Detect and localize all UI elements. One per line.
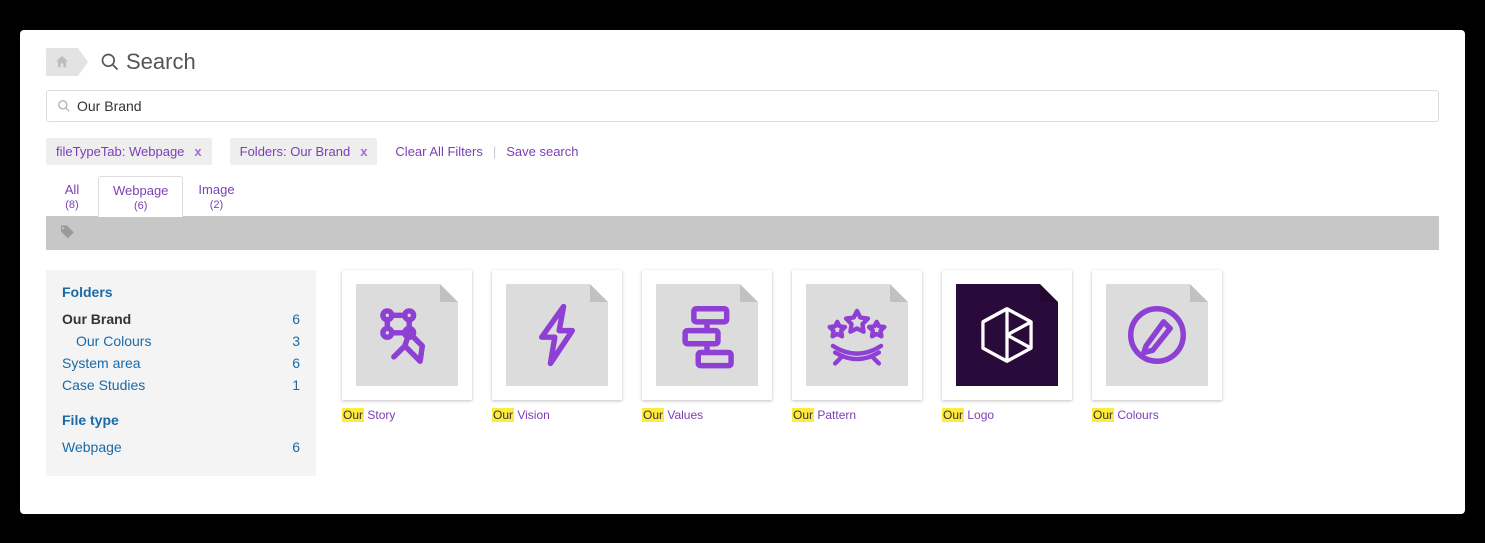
sidebar-item-case-studies[interactable]: Case Studies 1 <box>62 374 300 396</box>
home-icon <box>54 54 70 70</box>
save-search-link[interactable]: Save search <box>506 144 578 159</box>
result-thumbnail[interactable] <box>792 270 922 400</box>
tab-label: Image <box>198 182 234 197</box>
filter-chip-filetype[interactable]: fileTypeTab: Webpage x <box>46 138 212 165</box>
breadcrumb-home[interactable] <box>46 48 78 76</box>
search-field[interactable] <box>46 90 1439 122</box>
result-card[interactable]: Our Pattern <box>792 270 922 476</box>
highlight: Our <box>942 408 964 422</box>
sidebar-item-count: 6 <box>292 355 300 371</box>
tab-label: Webpage <box>113 183 168 198</box>
result-card[interactable]: Our Logo <box>942 270 1072 476</box>
tab-count: (2) <box>198 199 234 211</box>
result-caption: Our Values <box>642 408 772 422</box>
tag-icon <box>58 224 76 242</box>
results-grid: Our Story Our Vision <box>342 270 1439 476</box>
caption-rest: Story <box>364 408 395 422</box>
page-title-text: Search <box>126 49 196 75</box>
tag-bar <box>46 216 1439 250</box>
result-thumbnail[interactable] <box>942 270 1072 400</box>
close-icon[interactable]: x <box>194 144 201 159</box>
sidebar-heading-folders: Folders <box>62 284 300 300</box>
result-caption: Our Logo <box>942 408 1072 422</box>
result-caption: Our Pattern <box>792 408 922 422</box>
page-title: Search <box>100 49 196 75</box>
highlight: Our <box>642 408 664 422</box>
filter-chip-folder[interactable]: Folders: Our Brand x <box>230 138 378 165</box>
filters-row: fileTypeTab: Webpage x Folders: Our Bran… <box>46 138 1439 165</box>
sidebar-item-label: Case Studies <box>62 377 145 393</box>
sidebar-item-count: 1 <box>292 377 300 393</box>
sidebar-item-label: Our Brand <box>62 311 131 327</box>
page-fold-icon <box>740 284 758 302</box>
caption-rest: Colours <box>1114 408 1159 422</box>
sidebar-item-label: Our Colours <box>62 333 151 349</box>
result-card[interactable]: Our Colours <box>1092 270 1222 476</box>
search-input-icon <box>57 99 71 113</box>
highlight: Our <box>792 408 814 422</box>
sidebar: Folders Our Brand 6 Our Colours 3 System… <box>46 270 316 476</box>
filter-actions: Clear All Filters | Save search <box>395 144 578 159</box>
clear-filters-link[interactable]: Clear All Filters <box>395 144 482 159</box>
result-thumbnail[interactable] <box>642 270 772 400</box>
search-icon <box>100 52 120 72</box>
tabs: All (8) Webpage (6) Image (2) <box>46 175 1439 217</box>
sidebar-item-webpage[interactable]: Webpage 6 <box>62 436 300 458</box>
tab-image[interactable]: Image (2) <box>183 175 249 216</box>
result-thumbnail[interactable] <box>492 270 622 400</box>
filter-chip-label: fileTypeTab: Webpage <box>56 144 184 159</box>
tab-webpage[interactable]: Webpage (6) <box>98 176 183 217</box>
sidebar-item-our-brand[interactable]: Our Brand 6 <box>62 308 300 330</box>
tab-count: (8) <box>61 199 83 211</box>
sidebar-item-label: Webpage <box>62 439 122 455</box>
tab-label: All <box>65 182 79 197</box>
sidebar-item-system-area[interactable]: System area 6 <box>62 352 300 374</box>
app-window: Search fileTypeTab: Webpage x Folders: O… <box>20 30 1465 514</box>
page-fold-icon <box>890 284 908 302</box>
result-card[interactable]: Our Story <box>342 270 472 476</box>
page-fold-icon <box>1040 284 1058 302</box>
highlight: Our <box>342 408 364 422</box>
caption-rest: Logo <box>964 408 994 422</box>
page-fold-icon <box>1190 284 1208 302</box>
result-thumbnail[interactable] <box>1092 270 1222 400</box>
sidebar-item-count: 6 <box>292 439 300 455</box>
sidebar-heading-filetype: File type <box>62 412 300 428</box>
highlight: Our <box>492 408 514 422</box>
result-thumbnail[interactable] <box>342 270 472 400</box>
sidebar-item-count: 6 <box>292 311 300 327</box>
close-icon[interactable]: x <box>360 144 367 159</box>
highlight: Our <box>1092 408 1114 422</box>
sidebar-item-count: 3 <box>292 333 300 349</box>
result-caption: Our Colours <box>1092 408 1222 422</box>
page-fold-icon <box>590 284 608 302</box>
caption-rest: Pattern <box>814 408 856 422</box>
filter-chip-label: Folders: Our Brand <box>240 144 351 159</box>
page-fold-icon <box>440 284 458 302</box>
tab-count: (6) <box>113 200 168 212</box>
result-caption: Our Vision <box>492 408 622 422</box>
sidebar-item-our-colours[interactable]: Our Colours 3 <box>62 330 300 352</box>
separator: | <box>493 144 496 159</box>
result-caption: Our Story <box>342 408 472 422</box>
result-card[interactable]: Our Values <box>642 270 772 476</box>
sidebar-item-label: System area <box>62 355 141 371</box>
breadcrumb: Search <box>46 48 1439 76</box>
caption-rest: Values <box>664 408 703 422</box>
main-area: Folders Our Brand 6 Our Colours 3 System… <box>46 270 1439 476</box>
caption-rest: Vision <box>514 408 550 422</box>
tab-all[interactable]: All (8) <box>46 175 98 216</box>
result-card[interactable]: Our Vision <box>492 270 622 476</box>
search-input[interactable] <box>77 98 1428 114</box>
